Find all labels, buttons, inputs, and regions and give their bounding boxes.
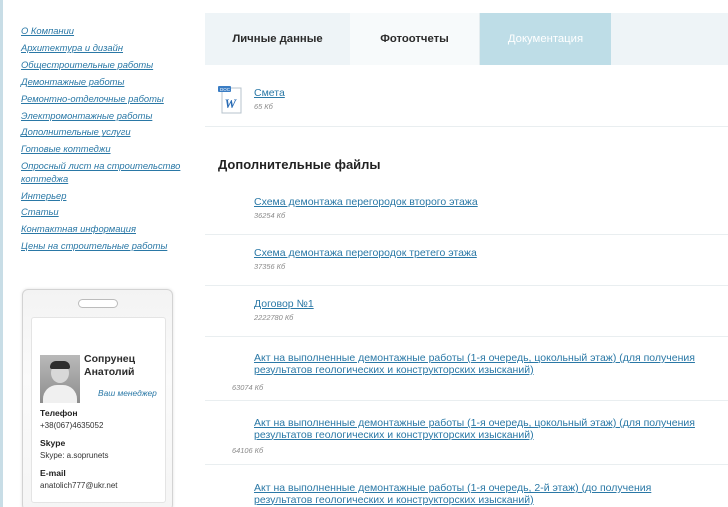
nav-item-interior[interactable]: Интерьер (21, 190, 201, 202)
word-doc-icon: DOC W (218, 86, 242, 114)
nav-item-articles[interactable]: Статьи (21, 206, 201, 218)
file-link[interactable]: Акт на выполненные демонтажные работы (1… (254, 352, 728, 377)
file-size: 63074 Кб (232, 383, 264, 392)
badge-clip (78, 299, 118, 308)
nav-item-architecture[interactable]: Архитектура и дизайн (21, 42, 201, 54)
nav-item-questionnaire[interactable]: Опросный лист на строительство коттеджа (21, 160, 201, 185)
svg-text:DOC: DOC (220, 87, 231, 92)
manager-role: Ваш менеджер (98, 388, 157, 398)
tab-documentation-label: Документация (507, 33, 584, 45)
file-size: 64106 Кб (232, 446, 264, 455)
tab-documentation[interactable]: Документация (480, 13, 611, 65)
file-item: Схема демонтажа перегородок третего этаж… (254, 247, 724, 271)
phone-value: +38(067)4635052 (40, 421, 104, 430)
tab-photo-reports[interactable]: Фотоотчеты (350, 13, 480, 65)
file-link[interactable]: Схема демонтажа перегородок третего этаж… (254, 247, 724, 260)
nav-item-renovation[interactable]: Ремонтно-отделочные работы (21, 93, 201, 105)
svg-text:W: W (225, 96, 238, 111)
divider (205, 464, 728, 465)
skype-value: Skype: a.soprunets (40, 451, 109, 460)
email-value: anatolich777@ukr.net (40, 481, 118, 490)
doc-file-item: Смета 65 Кб (254, 87, 285, 111)
tab-bar: Личные данные Фотоотчеты Документация (205, 13, 728, 65)
sidebar-nav: О Компании Архитектура и дизайн Общестро… (21, 25, 201, 257)
nav-item-prices[interactable]: Цены на строительные работы (21, 240, 201, 252)
file-link[interactable]: Схема демонтажа перегородок второго этаж… (254, 196, 724, 209)
divider (205, 126, 728, 127)
file-size: 2222780 Кб (254, 312, 294, 322)
file-size: 37356 Кб (254, 261, 286, 271)
file-link[interactable]: Договор №1 (254, 298, 724, 311)
phone-label: Телефон (40, 408, 78, 418)
main-content: Личные данные Фотоотчеты Документация DO… (205, 0, 728, 507)
file-item: Акт на выполненные демонтажные работы (1… (254, 352, 728, 377)
file-link[interactable]: Акт на выполненные демонтажные работы (1… (254, 417, 728, 442)
divider (205, 285, 728, 286)
divider (205, 234, 728, 235)
section-title: Дополнительные файлы (218, 157, 381, 172)
file-item: Акт на выполненные демонтажные работы (1… (254, 482, 694, 507)
email-label: E-mail (40, 468, 66, 478)
sidebar: О Компании Архитектура и дизайн Общестро… (0, 0, 205, 507)
tab-personal-data[interactable]: Личные данные (205, 13, 350, 65)
avatar (40, 355, 80, 403)
file-link[interactable]: Акт на выполненные демонтажные работы (1… (254, 482, 694, 507)
file-size: 36254 Кб (254, 210, 286, 220)
nav-item-general-construction[interactable]: Общестроительные работы (21, 59, 201, 71)
nav-item-about[interactable]: О Компании (21, 25, 201, 37)
skype-label: Skype (40, 438, 66, 448)
manager-name: Сопрунец Анатолий (84, 353, 136, 378)
file-item: Акт на выполненные демонтажные работы (1… (254, 417, 728, 442)
manager-card: Сопрунец Анатолий Ваш менеджер Телефон +… (22, 289, 173, 507)
nav-item-cottages[interactable]: Готовые коттеджи (21, 143, 201, 155)
sidebar-edge (0, 0, 3, 507)
divider (205, 336, 728, 337)
nav-item-electrical[interactable]: Электромонтажные работы (21, 110, 201, 122)
file-item: Схема демонтажа перегородок второго этаж… (254, 196, 724, 220)
divider (205, 400, 728, 401)
nav-item-demolition[interactable]: Демонтажные работы (21, 76, 201, 88)
doc-file-size: 65 Кб (254, 101, 273, 111)
manager-card-inner: Сопрунец Анатолий Ваш менеджер Телефон +… (31, 317, 166, 503)
file-item: Договор №1 2222780 Кб (254, 298, 724, 322)
doc-file-link[interactable]: Смета (254, 87, 285, 100)
nav-item-contacts[interactable]: Контактная информация (21, 223, 201, 235)
nav-item-extra-services[interactable]: Дополнительные услуги (21, 126, 201, 138)
